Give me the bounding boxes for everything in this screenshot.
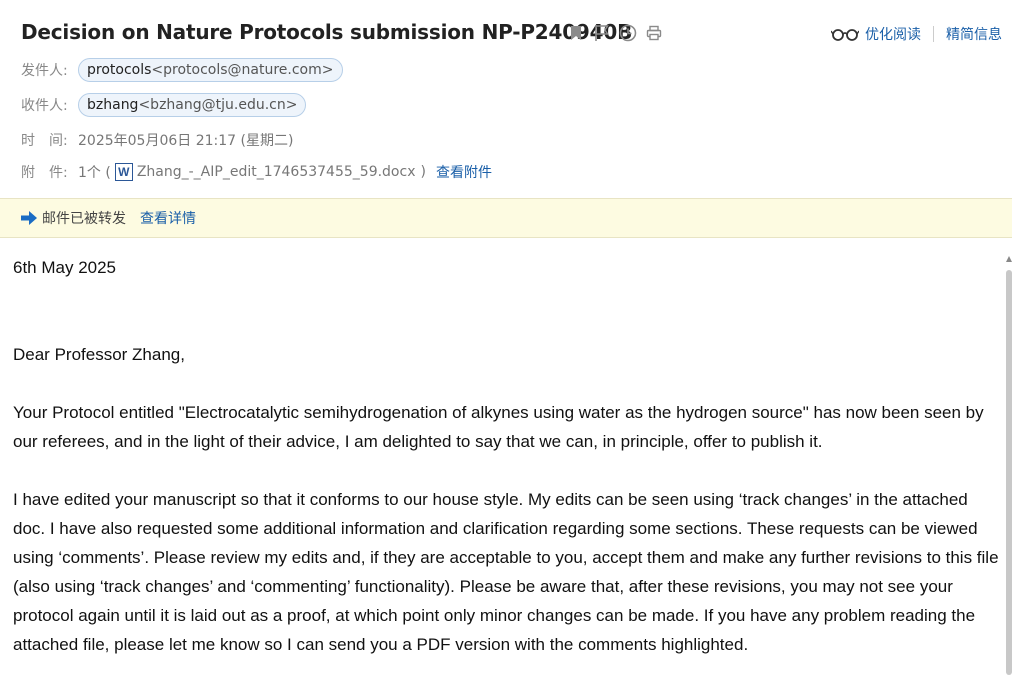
attachment-label: 附 件: <box>21 165 68 181</box>
recipient-name: bzhang <box>87 97 139 113</box>
summary-button[interactable]: 精简信息 <box>946 24 1002 44</box>
to-row: 收件人: bzhang<bzhang@tju.edu.cn> <box>21 93 307 117</box>
top-right-toolbar: 优化阅读 精简信息 <box>830 24 1002 44</box>
bookmark-icon[interactable] <box>567 24 585 42</box>
mail-subject: Decision on Nature Protocols submission … <box>21 20 633 44</box>
letter-paragraph-2: I have edited your manuscript so that it… <box>13 490 999 654</box>
sender-address: <protocols@nature.com> <box>151 62 334 78</box>
clock-icon[interactable] <box>619 24 637 42</box>
flag-icon[interactable] <box>593 24 611 42</box>
recipient-address: <bzhang@tju.edu.cn> <box>138 97 298 113</box>
attachment-row: 附 件: 1个 ( W Zhang_-_AIP_edit_1746537455_… <box>21 162 492 182</box>
to-label: 收件人: <box>21 98 68 114</box>
time-value: 2025年05月06日 21:17 (星期二) <box>78 133 294 149</box>
optimize-read-button[interactable]: 优化阅读 <box>865 24 921 44</box>
vertical-scrollbar[interactable] <box>1006 256 1012 675</box>
sender-chip[interactable]: protocols<protocols@nature.com> <box>78 58 343 82</box>
scrollbar-thumb[interactable] <box>1006 270 1012 675</box>
mail-body: 6th May 2025 Dear Professor Zhang, Your … <box>13 253 1003 688</box>
attachment-count: 1个 ( <box>78 165 111 181</box>
recipient-chip[interactable]: bzhang<bzhang@tju.edu.cn> <box>78 93 307 117</box>
attachment-close-paren: ) <box>420 164 426 180</box>
view-details-link[interactable]: 查看详情 <box>140 208 196 228</box>
attachment-filename[interactable]: Zhang_-_AIP_edit_1746537455_59.docx <box>137 164 416 180</box>
time-row: 时 间: 2025年05月06日 21:17 (星期二) <box>21 130 293 150</box>
sender-name: protocols <box>87 62 152 78</box>
mail-header: Decision on Nature Protocols submission … <box>0 0 1012 198</box>
attachment-info: 1个 ( W Zhang_-_AIP_edit_1746537455_59.do… <box>78 162 426 182</box>
subject-actions <box>567 24 663 42</box>
print-icon[interactable] <box>645 24 663 42</box>
letter-date: 6th May 2025 <box>13 258 117 277</box>
letter-greeting: Dear Professor Zhang, <box>13 345 185 364</box>
forwarded-notice-bar: 邮件已被转发 查看详情 <box>0 198 1012 238</box>
glasses-icon <box>830 26 860 42</box>
forwarded-text: 邮件已被转发 <box>42 211 126 227</box>
from-label: 发件人: <box>21 63 68 79</box>
view-attachment-link[interactable]: 查看附件 <box>436 162 492 182</box>
toolbar-divider <box>933 26 934 42</box>
scroll-up-arrow-icon[interactable] <box>1006 256 1012 262</box>
word-doc-icon: W <box>114 163 133 181</box>
from-row: 发件人: protocols<protocols@nature.com> <box>21 58 343 82</box>
time-label: 时 间: <box>21 133 68 149</box>
letter-paragraph-1: Your Protocol entitled "Electrocatalytic… <box>13 403 984 451</box>
forward-arrow-icon <box>21 211 37 225</box>
